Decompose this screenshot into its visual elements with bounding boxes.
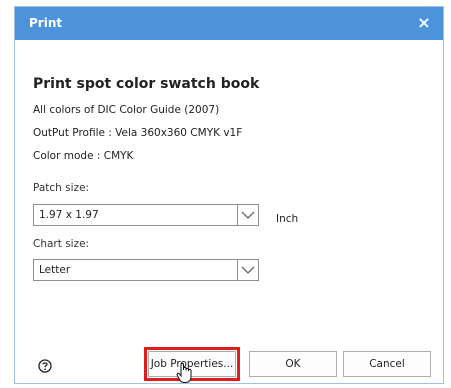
chevron-down-icon[interactable] xyxy=(237,260,258,280)
dialog-titlebar: Print × xyxy=(15,7,443,40)
chart-size-value: Letter xyxy=(39,264,71,276)
info-color-guide: All colors of DIC Color Guide (2007) xyxy=(33,104,220,116)
ok-button[interactable]: OK xyxy=(249,351,337,377)
info-output-profile: OutPut Profile : Vela 360x360 CMYK v1F xyxy=(33,127,243,139)
chart-size-label: Chart size: xyxy=(33,238,90,250)
cancel-button[interactable]: Cancel xyxy=(343,351,431,377)
print-dialog: Print × xyxy=(14,6,444,384)
close-icon[interactable]: × xyxy=(412,11,436,35)
chart-size-select[interactable]: Letter xyxy=(33,259,259,281)
help-icon[interactable] xyxy=(38,358,52,373)
hand-cursor-icon xyxy=(176,362,194,388)
info-color-mode: Color mode : CMYK xyxy=(33,150,134,162)
dialog-heading: Print spot color swatch book xyxy=(33,76,260,92)
patch-size-value: 1.97 x 1.97 xyxy=(39,209,99,221)
patch-size-unit: Inch xyxy=(276,213,299,225)
patch-size-select[interactable]: 1.97 x 1.97 xyxy=(33,204,259,226)
dialog-title: Print xyxy=(29,16,63,30)
patch-size-label: Patch size: xyxy=(33,182,90,194)
chevron-down-icon[interactable] xyxy=(237,205,258,225)
